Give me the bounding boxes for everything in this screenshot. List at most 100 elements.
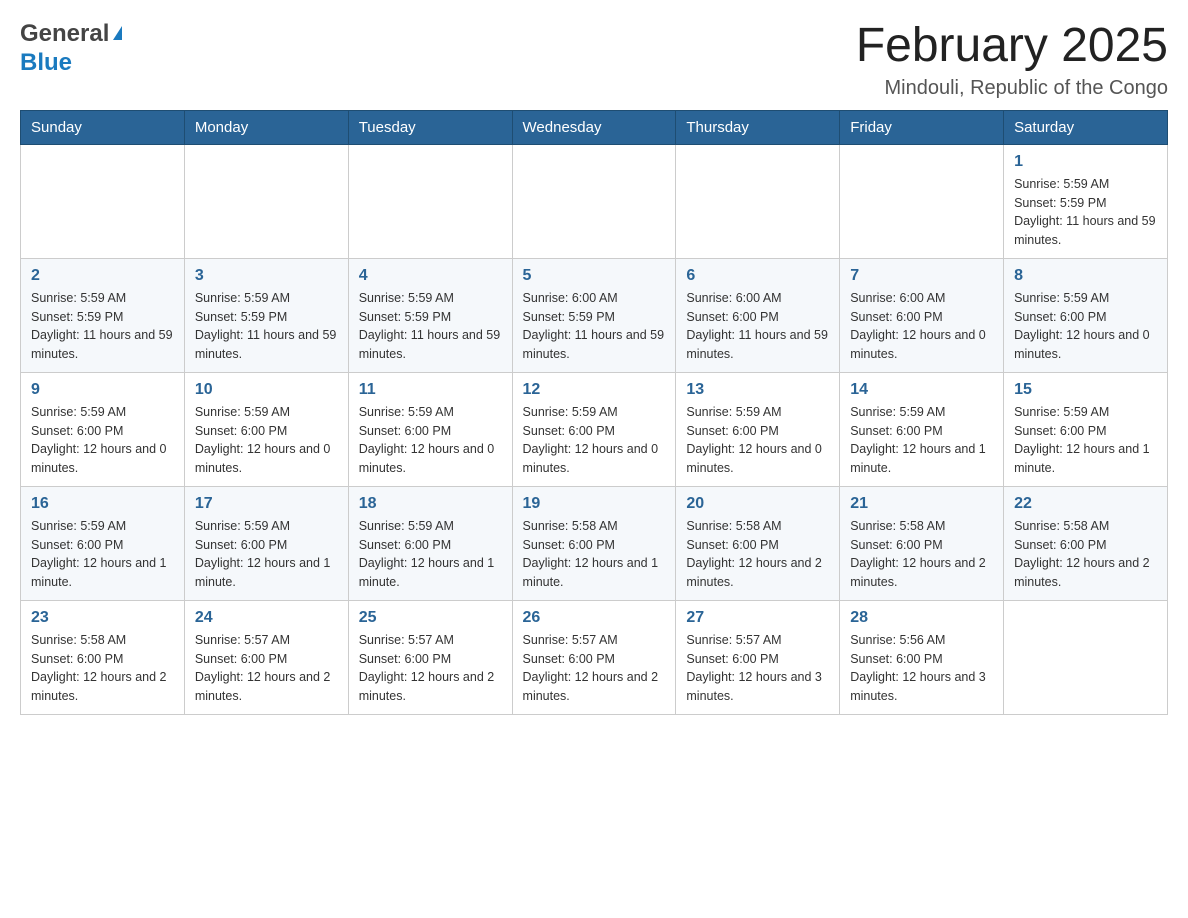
calendar-cell: 9 Sunrise: 5:59 AMSunset: 6:00 PMDaylight…: [21, 372, 185, 486]
day-info: Sunrise: 5:59 AMSunset: 6:00 PMDaylight:…: [1014, 289, 1157, 364]
calendar-cell: 6Sunrise: 6:00 AMSunset: 6:00 PMDaylight…: [676, 258, 840, 372]
calendar-cell: 13 Sunrise: 5:59 AMSunset: 6:00 PMDayligh…: [676, 372, 840, 486]
day-info: Sunrise: 5:59 AMSunset: 6:00 PMDaylight:…: [523, 403, 666, 478]
day-info: Sunrise: 5:59 AMSunset: 6:00 PMDaylight:…: [195, 403, 338, 478]
calendar-cell: 7 Sunrise: 6:00 AMSunset: 6:00 PMDaylight…: [840, 258, 1004, 372]
calendar-week-row: 1 Sunrise: 5:59 AMSunset: 5:59 PMDaylight…: [21, 144, 1168, 258]
calendar-header-row: SundayMondayTuesdayWednesdayThursdayFrid…: [21, 110, 1168, 144]
day-number: 2: [31, 267, 174, 285]
calendar-cell: 1 Sunrise: 5:59 AMSunset: 5:59 PMDaylight…: [1004, 144, 1168, 258]
day-number: 11: [359, 381, 502, 399]
day-info: Sunrise: 5:58 AMSunset: 6:00 PMDaylight:…: [523, 517, 666, 592]
day-number: 4: [359, 267, 502, 285]
day-number: 18: [359, 495, 502, 513]
day-info: Sunrise: 5:57 AMSunset: 6:00 PMDaylight:…: [359, 631, 502, 706]
calendar-table: SundayMondayTuesdayWednesdayThursdayFrid…: [20, 110, 1168, 715]
day-info: Sunrise: 5:59 AMSunset: 5:59 PMDaylight:…: [31, 289, 174, 364]
calendar-cell: 23Sunrise: 5:58 AMSunset: 6:00 PMDayligh…: [21, 600, 185, 714]
day-number: 15: [1014, 381, 1157, 399]
day-info: Sunrise: 5:57 AMSunset: 6:00 PMDaylight:…: [195, 631, 338, 706]
calendar-cell: 27 Sunrise: 5:57 AMSunset: 6:00 PMDayligh…: [676, 600, 840, 714]
day-info: Sunrise: 5:59 AMSunset: 6:00 PMDaylight:…: [359, 517, 502, 592]
calendar-cell: 15 Sunrise: 5:59 AMSunset: 6:00 PMDayligh…: [1004, 372, 1168, 486]
day-info: Sunrise: 5:56 AMSunset: 6:00 PMDaylight:…: [850, 631, 993, 706]
day-info: Sunrise: 5:59 AMSunset: 6:00 PMDaylight:…: [31, 403, 174, 478]
day-number: 19: [523, 495, 666, 513]
day-info: Sunrise: 5:57 AMSunset: 6:00 PMDaylight:…: [523, 631, 666, 706]
day-number: 9: [31, 381, 174, 399]
day-number: 14: [850, 381, 993, 399]
calendar-day-header: Tuesday: [348, 110, 512, 144]
logo-blue-text: Blue: [20, 49, 72, 76]
calendar-cell: 11 Sunrise: 5:59 AMSunset: 6:00 PMDayligh…: [348, 372, 512, 486]
day-number: 28: [850, 609, 993, 627]
calendar-cell: 28 Sunrise: 5:56 AMSunset: 6:00 PMDayligh…: [840, 600, 1004, 714]
day-info: Sunrise: 5:59 AMSunset: 5:59 PMDaylight:…: [359, 289, 502, 364]
calendar-cell: [348, 144, 512, 258]
calendar-cell: [512, 144, 676, 258]
day-info: Sunrise: 5:59 AMSunset: 6:00 PMDaylight:…: [1014, 403, 1157, 478]
location-text: Mindouli, Republic of the Congo: [856, 77, 1168, 100]
calendar-cell: 24 Sunrise: 5:57 AMSunset: 6:00 PMDayligh…: [184, 600, 348, 714]
calendar-cell: 19 Sunrise: 5:58 AMSunset: 6:00 PMDayligh…: [512, 486, 676, 600]
calendar-cell: 25 Sunrise: 5:57 AMSunset: 6:00 PMDayligh…: [348, 600, 512, 714]
day-info: Sunrise: 5:59 AMSunset: 6:00 PMDaylight:…: [359, 403, 502, 478]
day-number: 10: [195, 381, 338, 399]
day-number: 7: [850, 267, 993, 285]
day-info: Sunrise: 6:00 AMSunset: 6:00 PMDaylight:…: [850, 289, 993, 364]
day-info: Sunrise: 5:59 AMSunset: 6:00 PMDaylight:…: [31, 517, 174, 592]
calendar-cell: 12 Sunrise: 5:59 AMSunset: 6:00 PMDayligh…: [512, 372, 676, 486]
day-number: 22: [1014, 495, 1157, 513]
logo-triangle-icon: [113, 26, 122, 40]
calendar-cell: 14 Sunrise: 5:59 AMSunset: 6:00 PMDayligh…: [840, 372, 1004, 486]
calendar-cell: 10 Sunrise: 5:59 AMSunset: 6:00 PMDayligh…: [184, 372, 348, 486]
calendar-cell: [676, 144, 840, 258]
day-info: Sunrise: 5:59 AMSunset: 5:59 PMDaylight:…: [1014, 175, 1157, 250]
page-header: General Blue February 2025 Mindouli, Rep…: [20, 20, 1168, 100]
day-info: Sunrise: 5:58 AMSunset: 6:00 PMDaylight:…: [1014, 517, 1157, 592]
day-number: 16: [31, 495, 174, 513]
day-number: 8: [1014, 267, 1157, 285]
day-number: 21: [850, 495, 993, 513]
day-number: 24: [195, 609, 338, 627]
calendar-cell: 17 Sunrise: 5:59 AMSunset: 6:00 PMDayligh…: [184, 486, 348, 600]
day-info: Sunrise: 5:59 AMSunset: 6:00 PMDaylight:…: [686, 403, 829, 478]
day-number: 1: [1014, 153, 1157, 171]
day-info: Sunrise: 5:58 AMSunset: 6:00 PMDaylight:…: [31, 631, 174, 706]
day-number: 3: [195, 267, 338, 285]
calendar-cell: [184, 144, 348, 258]
day-number: 25: [359, 609, 502, 627]
day-number: 12: [523, 381, 666, 399]
logo-general-text: General: [20, 20, 109, 49]
calendar-cell: [1004, 600, 1168, 714]
calendar-week-row: 2 Sunrise: 5:59 AMSunset: 5:59 PMDaylight…: [21, 258, 1168, 372]
title-block: February 2025 Mindouli, Republic of the …: [856, 20, 1168, 100]
day-number: 17: [195, 495, 338, 513]
month-title: February 2025: [856, 20, 1168, 73]
calendar-cell: 21 Sunrise: 5:58 AMSunset: 6:00 PMDayligh…: [840, 486, 1004, 600]
calendar-week-row: 23Sunrise: 5:58 AMSunset: 6:00 PMDayligh…: [21, 600, 1168, 714]
calendar-day-header: Monday: [184, 110, 348, 144]
day-number: 20: [686, 495, 829, 513]
calendar-day-header: Thursday: [676, 110, 840, 144]
calendar-cell: [21, 144, 185, 258]
calendar-cell: 26 Sunrise: 5:57 AMSunset: 6:00 PMDayligh…: [512, 600, 676, 714]
calendar-cell: 18 Sunrise: 5:59 AMSunset: 6:00 PMDayligh…: [348, 486, 512, 600]
calendar-day-header: Friday: [840, 110, 1004, 144]
day-info: Sunrise: 5:59 AMSunset: 6:00 PMDaylight:…: [195, 517, 338, 592]
day-info: Sunrise: 5:58 AMSunset: 6:00 PMDaylight:…: [850, 517, 993, 592]
day-info: Sunrise: 5:59 AMSunset: 6:00 PMDaylight:…: [850, 403, 993, 478]
day-number: 26: [523, 609, 666, 627]
day-info: Sunrise: 6:00 AMSunset: 5:59 PMDaylight:…: [523, 289, 666, 364]
day-number: 27: [686, 609, 829, 627]
day-info: Sunrise: 5:59 AMSunset: 5:59 PMDaylight:…: [195, 289, 338, 364]
calendar-day-header: Sunday: [21, 110, 185, 144]
calendar-cell: 20Sunrise: 5:58 AMSunset: 6:00 PMDayligh…: [676, 486, 840, 600]
day-number: 13: [686, 381, 829, 399]
day-number: 5: [523, 267, 666, 285]
calendar-cell: 8 Sunrise: 5:59 AMSunset: 6:00 PMDaylight…: [1004, 258, 1168, 372]
calendar-cell: 22 Sunrise: 5:58 AMSunset: 6:00 PMDayligh…: [1004, 486, 1168, 600]
logo: General Blue: [20, 20, 122, 78]
calendar-cell: 4 Sunrise: 5:59 AMSunset: 5:59 PMDaylight…: [348, 258, 512, 372]
day-info: Sunrise: 5:57 AMSunset: 6:00 PMDaylight:…: [686, 631, 829, 706]
